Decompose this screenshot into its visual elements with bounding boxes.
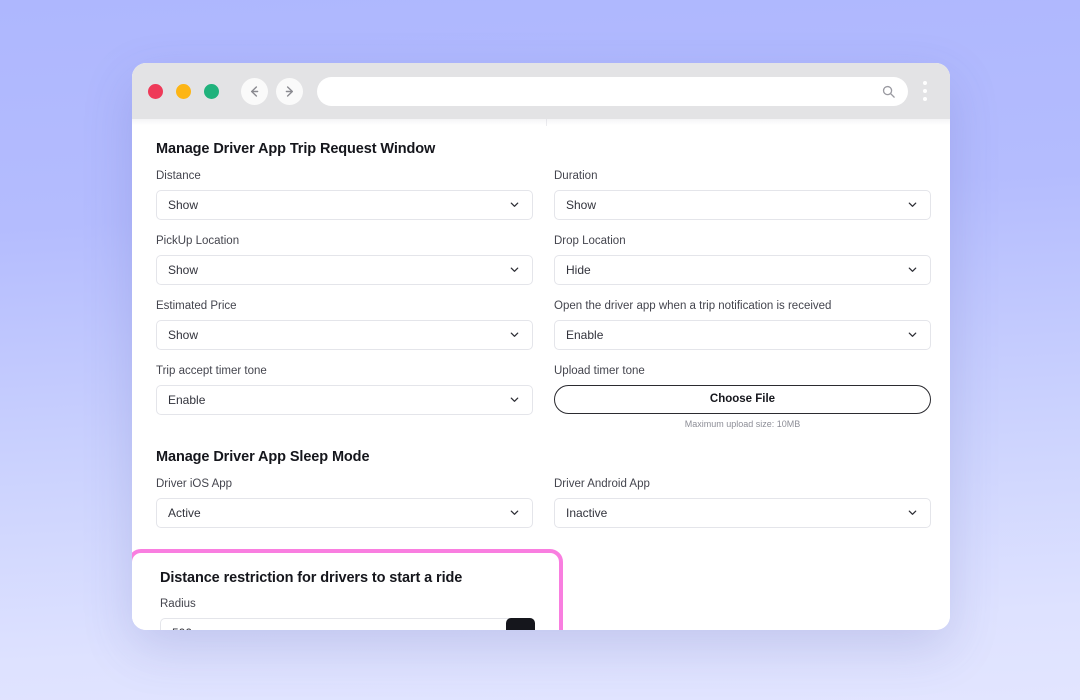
chevron-down-icon: [906, 198, 919, 211]
arrow-left-icon: [250, 85, 259, 97]
chevron-down-icon: [508, 393, 521, 406]
select-duration[interactable]: Show: [554, 189, 931, 220]
settings-page: Manage Driver App Trip Request Window Di…: [132, 119, 950, 630]
select-pickup-location-value: Show: [168, 262, 199, 277]
radius-unit-button[interactable]: m: [506, 617, 535, 630]
select-distance-value: Show: [168, 197, 199, 212]
sleep-mode-fields-grid: Driver iOS App Active Driver Android App…: [156, 477, 931, 542]
chevron-down-icon: [906, 506, 919, 519]
chevron-down-icon: [906, 328, 919, 341]
navigation-buttons: [241, 77, 303, 105]
sleep-mode-section: Manage Driver App Sleep Mode Driver iOS …: [156, 448, 931, 542]
back-button[interactable]: [241, 77, 268, 105]
chevron-down-icon: [508, 263, 521, 276]
field-drop-location: Drop Location Hide: [554, 234, 931, 285]
distance-restriction-highlight-card: Distance restriction for drivers to star…: [132, 549, 563, 630]
select-trip-accept-timer-tone-value: Enable: [168, 392, 206, 407]
field-label-duration: Duration: [554, 170, 598, 182]
arrow-right-icon: [285, 85, 294, 97]
sleep-mode-section-heading: Manage Driver App Sleep Mode: [156, 448, 370, 465]
field-trip-accept-timer-tone: Trip accept timer tone Enable: [156, 364, 533, 429]
minimize-window-button[interactable]: [176, 83, 191, 99]
upload-size-note: Maximum upload size: 10MB: [684, 418, 801, 429]
forward-button[interactable]: [276, 77, 303, 105]
chevron-down-icon: [508, 328, 521, 341]
browser-window: Manage Driver App Trip Request Window Di…: [132, 63, 950, 630]
field-distance: Distance Show: [156, 169, 533, 220]
browser-chrome-bar: [132, 63, 950, 119]
select-distance[interactable]: Show: [156, 189, 533, 220]
field-open-driver-app: Open the driver app when a trip notifica…: [554, 299, 931, 350]
field-label-radius: Radius: [160, 598, 196, 610]
radius-field: m: [160, 617, 535, 630]
field-driver-android-app: Driver Android App Inactive: [554, 477, 931, 528]
select-open-driver-app-value: Enable: [566, 327, 604, 342]
address-input[interactable]: [329, 84, 881, 98]
kebab-menu-icon[interactable]: [912, 76, 938, 106]
select-driver-android-app[interactable]: Inactive: [554, 497, 931, 528]
field-label-pickup-location: PickUp Location: [156, 234, 240, 247]
select-driver-android-app-value: Inactive: [566, 505, 608, 520]
select-open-driver-app[interactable]: Enable: [554, 319, 931, 350]
field-label-driver-ios-app: Driver iOS App: [156, 477, 233, 490]
field-estimated-price: Estimated Price Show: [156, 299, 533, 350]
choose-file-button[interactable]: Choose File: [554, 384, 931, 414]
select-estimated-price-value: Show: [168, 327, 199, 342]
select-drop-location[interactable]: Hide: [554, 254, 931, 285]
radius-input[interactable]: [160, 617, 509, 630]
field-label-open-driver-app: Open the driver app when a trip notifica…: [554, 299, 832, 312]
field-label-drop-location: Drop Location: [554, 234, 626, 247]
select-drop-location-value: Hide: [566, 262, 591, 277]
search-icon[interactable]: [881, 84, 896, 99]
field-label-upload-timer-tone: Upload timer tone: [554, 364, 645, 377]
select-trip-accept-timer-tone[interactable]: Enable: [156, 384, 533, 415]
field-label-estimated-price: Estimated Price: [156, 299, 237, 312]
select-driver-ios-app-value: Active: [168, 505, 201, 520]
field-pickup-location: PickUp Location Show: [156, 234, 533, 285]
traffic-lights: [148, 83, 219, 99]
select-pickup-location[interactable]: Show: [156, 254, 533, 285]
close-window-button[interactable]: [148, 83, 163, 99]
trip-request-fields-grid: Distance Show Duration Show PickUp Locat…: [156, 169, 931, 443]
select-driver-ios-app[interactable]: Active: [156, 497, 533, 528]
distance-restriction-heading: Distance restriction for drivers to star…: [160, 570, 463, 586]
chevron-down-icon: [906, 263, 919, 276]
select-estimated-price[interactable]: Show: [156, 319, 533, 350]
chevron-down-icon: [508, 198, 521, 211]
field-label-distance: Distance: [156, 170, 201, 182]
field-label-trip-accept-timer-tone: Trip accept timer tone: [156, 364, 267, 377]
trip-request-section-heading: Manage Driver App Trip Request Window: [156, 141, 436, 157]
address-bar[interactable]: [317, 76, 908, 106]
field-duration: Duration Show: [554, 169, 931, 220]
field-label-driver-android-app: Driver Android App: [554, 477, 650, 490]
select-duration-value: Show: [566, 197, 597, 212]
chevron-down-icon: [508, 506, 521, 519]
field-driver-ios-app: Driver iOS App Active: [156, 477, 533, 528]
field-upload-timer-tone: Upload timer tone Choose File Maximum up…: [554, 364, 931, 429]
maximize-window-button[interactable]: [204, 83, 219, 99]
